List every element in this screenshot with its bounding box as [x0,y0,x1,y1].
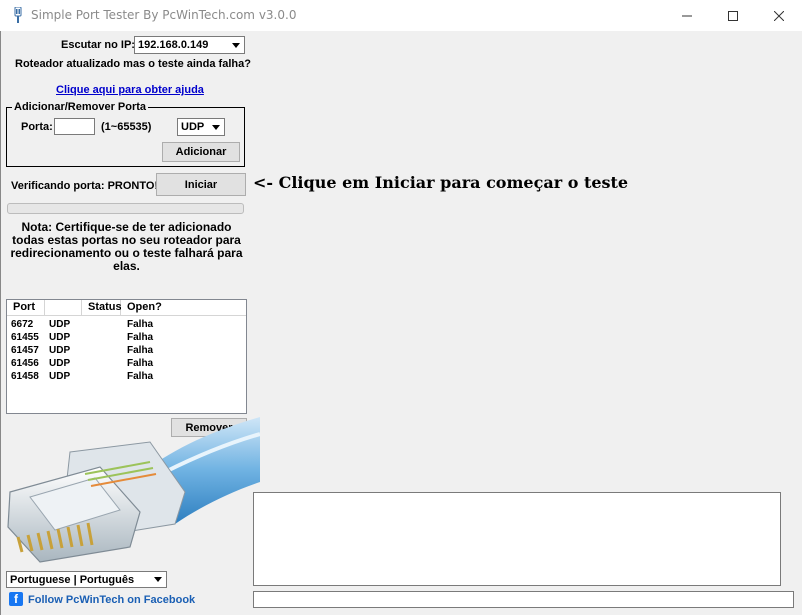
column-header-port[interactable]: Port [7,300,45,316]
table-row[interactable]: 61456 UDP Falha [11,358,241,371]
maximize-icon [728,10,738,21]
listen-ip-value: 192.168.0.149 [138,39,209,51]
listen-ip-label: Escutar no IP: [61,39,135,51]
row-port: 6672 [11,319,34,330]
log-textarea[interactable] [253,492,781,586]
minimize-icon [682,15,692,16]
table-row[interactable]: 61457 UDP Falha [11,345,241,358]
start-hint: <- Clique em Iniciar para começar o test… [253,173,629,192]
facebook-link[interactable]: Follow PcWinTech on Facebook [28,594,195,606]
help-link[interactable]: Clique aqui para obter ajuda [56,84,204,96]
row-port: 61457 [11,345,39,356]
row-open: Falha [127,319,154,330]
row-protocol: UDP [49,319,71,330]
maximize-button[interactable] [710,0,756,31]
row-protocol: UDP [49,358,71,369]
ports-table[interactable]: Port Status Open? 6672 UDP Falha 61455 U… [6,299,247,414]
port-range-hint: (1~65535) [101,121,152,133]
status-label: Verificando porta: PRONTO! [11,180,159,192]
protocol-select[interactable]: UDP [177,118,225,136]
column-header-status[interactable]: Status [82,300,122,316]
language-value: Portuguese | Português [10,574,135,586]
router-question: Roteador atualizado mas o teste ainda fa… [15,58,251,70]
port-label: Porta: [21,121,53,133]
table-row[interactable]: 6672 UDP Falha [11,319,241,332]
row-open: Falha [127,371,154,382]
row-port: 61456 [11,358,39,369]
add-port-button[interactable]: Adicionar [162,142,240,162]
port-group-title: Adicionar/Remover Porta [12,101,149,113]
table-row[interactable]: 61458 UDP Falha [11,371,241,384]
minimize-button[interactable] [664,0,710,31]
chevron-down-icon[interactable] [150,572,166,587]
row-port: 61458 [11,371,39,382]
status-bar-field[interactable] [253,591,794,608]
row-open: Falha [127,332,154,343]
port-input[interactable] [54,118,95,135]
table-row[interactable]: 61455 UDP Falha [11,332,241,345]
start-button[interactable]: Iniciar [156,173,246,196]
chevron-down-icon[interactable] [228,37,244,53]
row-open: Falha [127,345,154,356]
row-open: Falha [127,358,154,369]
note-text: Nota: Certifique-se de ter adicionado to… [10,220,243,273]
close-button[interactable] [756,0,802,31]
column-header-protocol[interactable] [45,300,82,316]
window-title: Simple Port Tester By PcWinTech.com v3.0… [31,8,297,22]
title-bar[interactable]: Simple Port Tester By PcWinTech.com v3.0… [0,0,802,31]
row-protocol: UDP [49,332,71,343]
protocol-value: UDP [181,121,205,133]
app-icon [14,7,22,23]
row-protocol: UDP [49,371,71,382]
row-protocol: UDP [49,345,71,356]
progress-bar [7,203,244,214]
chevron-down-icon[interactable] [208,119,224,135]
row-port: 61455 [11,332,39,343]
language-select[interactable]: Portuguese | Português [6,571,167,588]
listen-ip-select[interactable]: 192.168.0.149 [134,36,245,54]
facebook-icon[interactable]: f [9,592,23,606]
ethernet-plug-image [7,417,260,563]
close-icon [774,10,784,21]
column-header-open[interactable]: Open? [121,300,246,316]
